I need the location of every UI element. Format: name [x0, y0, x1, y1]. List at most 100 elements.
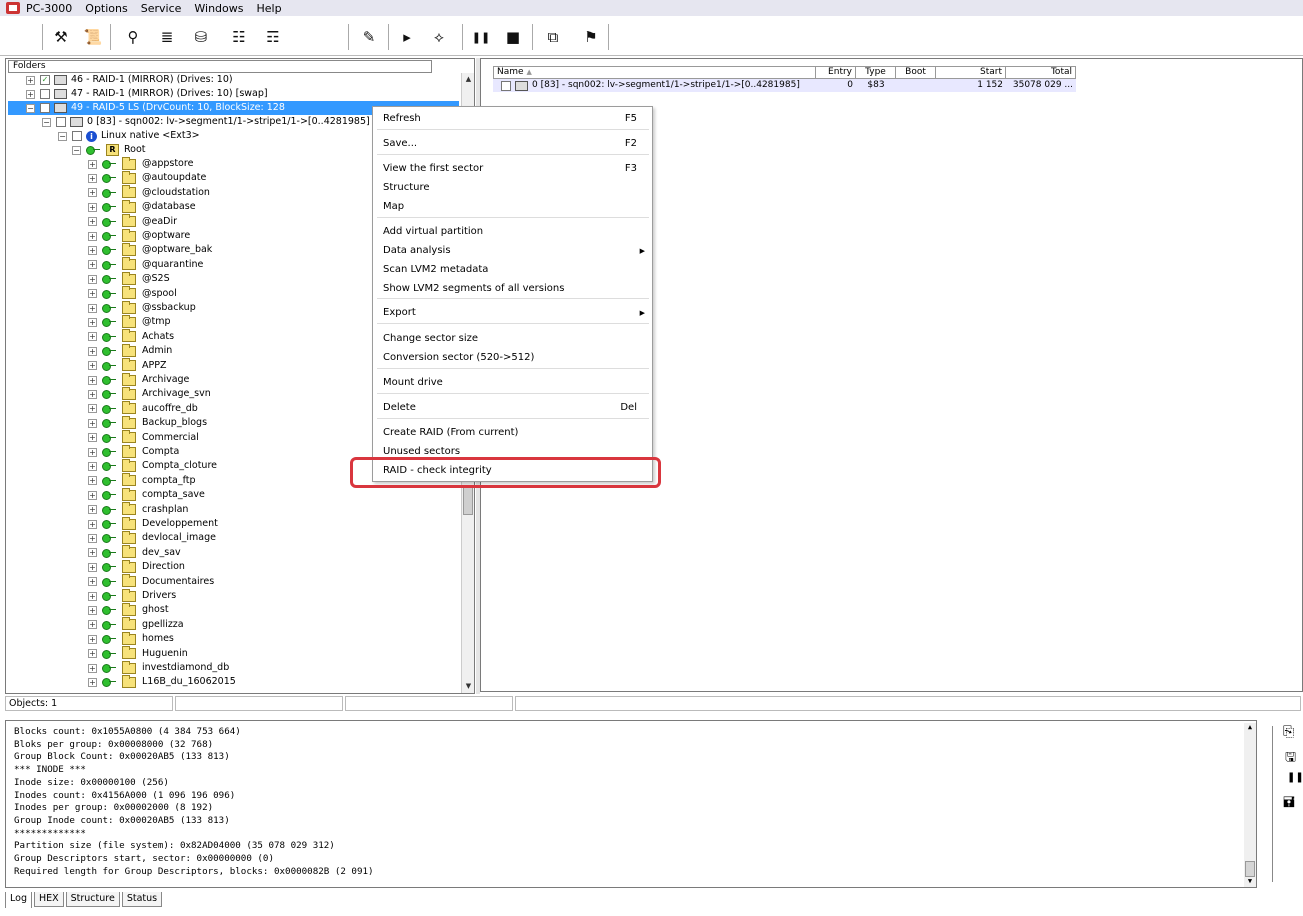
menu-help[interactable]: Help	[257, 2, 282, 15]
tree-folder-item[interactable]: + @cloudstation	[88, 185, 210, 200]
scroll-up-icon[interactable]: ▲	[462, 73, 474, 86]
tree-folder-item[interactable]: + investdiamond_db	[88, 660, 229, 675]
expand-toggle[interactable]: +	[88, 260, 97, 270]
tree-folder-item[interactable]: + Documentaires	[88, 574, 214, 589]
menu-windows[interactable]: Windows	[194, 2, 243, 15]
expand-toggle[interactable]: +	[88, 217, 97, 227]
pause-log-icon[interactable]: ❚❚	[1287, 772, 1303, 783]
tree-folder-item[interactable]: + @appstore	[88, 156, 193, 171]
expand-toggle[interactable]: +	[88, 519, 97, 529]
expand-toggle[interactable]: +	[88, 404, 97, 414]
menu-item-change-sector-size[interactable]: Change sector size	[383, 330, 645, 348]
scroll-down-icon[interactable]: ▼	[1244, 877, 1256, 885]
tab-status[interactable]: Status	[121, 892, 163, 907]
collapse-toggle[interactable]: −	[58, 131, 67, 141]
row-checkbox[interactable]	[501, 80, 511, 91]
tree-folder-item[interactable]: + Drivers	[88, 588, 176, 603]
tree-folder-item[interactable]: + compta_save	[88, 487, 205, 502]
scroll-thumb[interactable]	[463, 485, 473, 515]
route-icon[interactable]: ⟡	[428, 26, 450, 48]
expand-toggle[interactable]: +	[88, 375, 97, 385]
collapse-toggle[interactable]: −	[72, 145, 81, 155]
node-checkbox[interactable]: ✓	[40, 75, 50, 85]
tree-folder-item[interactable]: + Achats	[88, 329, 174, 344]
node-checkbox[interactable]	[40, 89, 50, 99]
collapse-toggle[interactable]: −	[26, 103, 35, 113]
expand-toggle[interactable]: +	[88, 447, 97, 457]
expand-toggle[interactable]: +	[88, 649, 97, 659]
tree-folder-item[interactable]: + Archivage	[88, 372, 189, 387]
expand-toggle[interactable]: +	[88, 231, 97, 241]
expand-toggle[interactable]: +	[88, 677, 97, 687]
tree-folder-item[interactable]: + APPZ	[88, 358, 166, 373]
column-boot[interactable]: Boot	[896, 66, 936, 79]
expand-toggle[interactable]: +	[88, 620, 97, 630]
tab-structure[interactable]: Structure	[65, 892, 120, 907]
stop-icon[interactable]: ■	[502, 26, 524, 48]
menu-item-delete[interactable]: Delete Del	[383, 399, 645, 417]
tree-folder-item[interactable]: + @quarantine	[88, 257, 203, 272]
disk-icon[interactable]: ⛁	[190, 26, 212, 48]
table-row[interactable]: 0 [83] - sqn002: lv->segment1/1->stripe1…	[493, 79, 1076, 92]
tree-folder-item[interactable]: + Developpement	[88, 516, 218, 531]
script-icon[interactable]: 📜	[82, 26, 104, 48]
expand-toggle[interactable]: +	[88, 476, 97, 486]
tree-folder-item[interactable]: + @spool	[88, 286, 177, 301]
expand-toggle[interactable]: +	[26, 89, 35, 99]
tree-disk-icon[interactable]: ☶	[262, 26, 284, 48]
tree-folder-item[interactable]: + @autoupdate	[88, 170, 206, 185]
expand-toggle[interactable]: +	[88, 505, 97, 515]
expand-toggle[interactable]: +	[88, 562, 97, 572]
walk-icon[interactable]: ⚑	[580, 26, 602, 48]
collapse-toggle[interactable]: −	[42, 117, 51, 127]
tree-node-raid47[interactable]: + 47 - RAID-1 (MIRROR) (Drives: 10) [swa…	[26, 87, 268, 101]
tree-folder-item[interactable]: + aucoffre_db	[88, 401, 198, 416]
menu-item-add-virtual-partition[interactable]: Add virtual partition	[383, 223, 645, 241]
expand-toggle[interactable]: +	[88, 361, 97, 371]
save-log-icon[interactable]: 🖬	[1283, 792, 1295, 816]
menu-item-mount-drive[interactable]: Mount drive	[383, 374, 645, 392]
tab-hex[interactable]: HEX	[33, 892, 64, 907]
menu-item-structure[interactable]: Structure	[383, 179, 645, 197]
expand-toggle[interactable]: +	[88, 591, 97, 601]
expand-toggle[interactable]: +	[88, 289, 97, 299]
expand-toggle[interactable]: +	[88, 634, 97, 644]
tree-folder-item[interactable]: + Direction	[88, 559, 185, 574]
expand-toggle[interactable]: +	[88, 461, 97, 471]
tree-node-partition[interactable]: − 0 [83] - sqn002: lv->segment1/1->strip…	[42, 115, 370, 129]
stack-icon[interactable]: ≣	[156, 26, 178, 48]
tree-folder-item[interactable]: + Compta	[88, 444, 179, 459]
tree-folder-item[interactable]: + dev_sav	[88, 545, 181, 560]
expand-toggle[interactable]: +	[88, 418, 97, 428]
tree-folder-item[interactable]: + ghost	[88, 602, 169, 617]
menu-item-save[interactable]: Save... F2	[383, 135, 645, 153]
expand-toggle[interactable]: +	[88, 533, 97, 543]
tree-folder-item[interactable]: + Admin	[88, 343, 172, 358]
copy-icon[interactable]: ⧉	[542, 26, 564, 48]
menu-item-refresh[interactable]: Refresh F5	[383, 110, 645, 128]
menu-item-map[interactable]: Map	[383, 198, 645, 216]
log-panel[interactable]: Blocks count: 0x1055A0800 (4 384 753 664…	[5, 720, 1257, 888]
expand-toggle[interactable]: +	[88, 202, 97, 212]
tree-folder-item[interactable]: + homes	[88, 631, 174, 646]
expand-toggle[interactable]: +	[88, 173, 97, 183]
menu-item-view-the-first-sector[interactable]: View the first sector F3	[383, 160, 645, 178]
tree-node-fs[interactable]: − i Linux native <Ext3>	[58, 129, 200, 143]
column-name[interactable]: Name ▲	[493, 66, 816, 79]
tree-folder-item[interactable]: + Archivage_svn	[88, 386, 211, 401]
expand-toggle[interactable]: +	[88, 663, 97, 673]
node-checkbox[interactable]	[40, 103, 50, 113]
expand-toggle[interactable]: +	[88, 605, 97, 615]
tree-folder-item[interactable]: + compta_ftp	[88, 473, 196, 488]
menu-item-conversion-sector-520-512[interactable]: Conversion sector (520->512)	[383, 349, 645, 367]
scroll-up-icon[interactable]: ▲	[1244, 723, 1256, 731]
play-icon[interactable]: ▸	[396, 26, 418, 48]
menu-service[interactable]: Service	[141, 2, 182, 15]
tree-folder-item[interactable]: + @tmp	[88, 314, 171, 329]
column-total[interactable]: Total	[1006, 66, 1076, 79]
pause-icon[interactable]: ❚❚	[470, 26, 492, 48]
node-checkbox[interactable]	[56, 117, 66, 127]
expand-toggle[interactable]: +	[88, 317, 97, 327]
tree-folder-item[interactable]: + crashplan	[88, 502, 188, 517]
menu-item-scan-lvm2-metadata[interactable]: Scan LVM2 metadata	[383, 261, 645, 279]
